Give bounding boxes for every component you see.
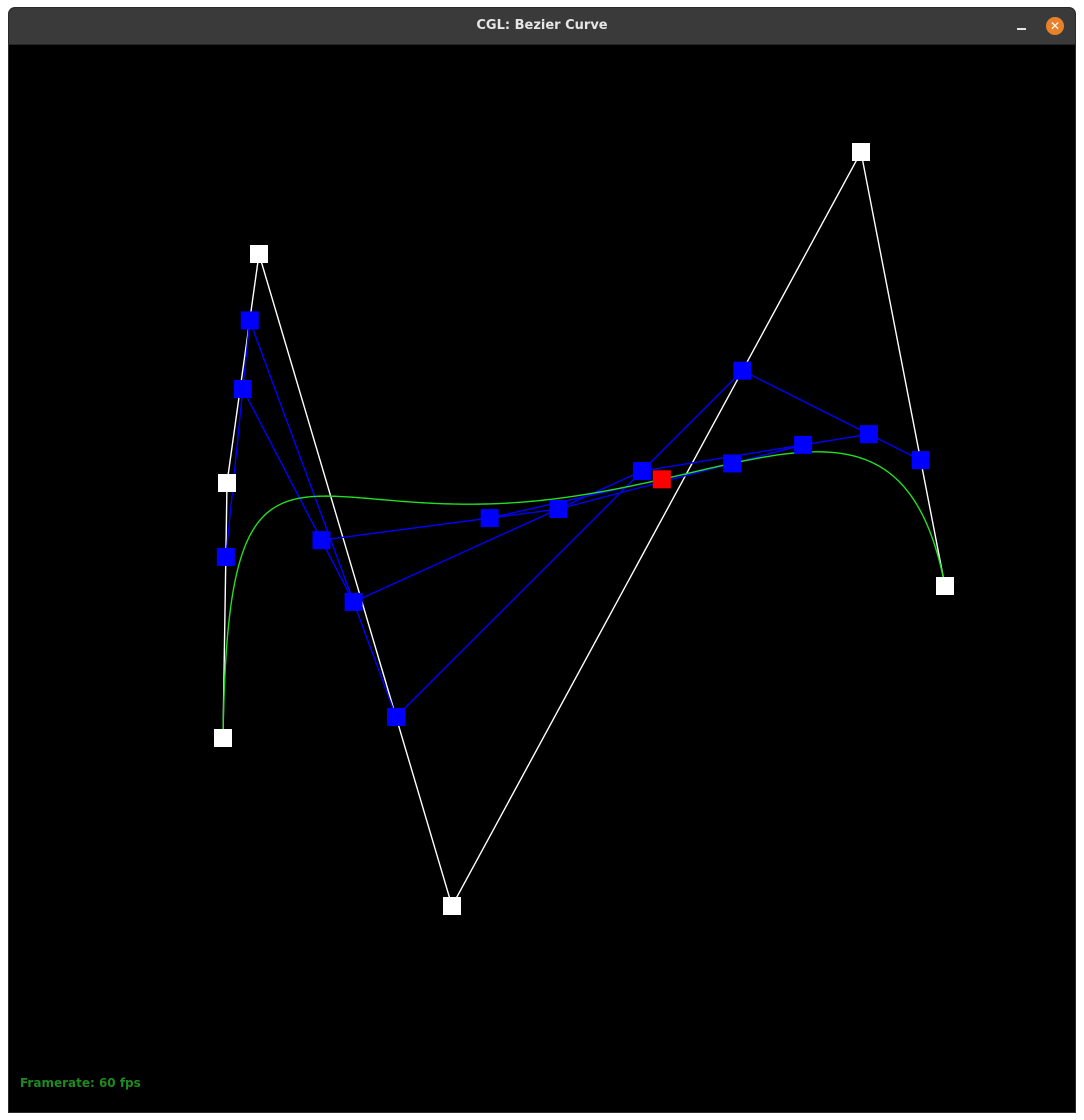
intermediate-point-l1-1 [240, 311, 259, 330]
intermediate-polygon-level-2 [242, 388, 870, 603]
intermediate-point-l4-1 [723, 454, 742, 473]
intermediate-point-l3-1 [549, 500, 568, 519]
intermediate-point-l1-2 [387, 707, 406, 726]
intermediate-point-l1-0 [216, 547, 235, 566]
intermediate-point-l2-0 [233, 380, 252, 399]
intermediate-polygon-level-1 [225, 320, 921, 719]
intermediate-point-l2-3 [859, 425, 878, 444]
control-point-4[interactable] [852, 143, 870, 161]
gl-viewport[interactable]: Framerate: 60 fps [9, 45, 1075, 1112]
control-point-5[interactable] [936, 577, 954, 595]
framerate-label: Framerate: 60 fps [20, 1076, 141, 1090]
intermediate-point-l1-4 [911, 451, 930, 470]
intermediate-point-l3-0 [312, 531, 331, 550]
control-point-1[interactable] [218, 474, 236, 492]
bezier-curve [222, 451, 946, 739]
evaluated-point [652, 470, 671, 489]
intermediate-point-l2-1 [344, 592, 363, 611]
intermediate-point-l2-2 [632, 462, 651, 481]
app-window: CGL: Bezier Curve ✕ Framerate: 60 fps [9, 8, 1075, 1112]
intermediate-point-l4-0 [480, 509, 499, 528]
intermediate-point-l3-2 [794, 435, 813, 454]
control-point-0[interactable] [214, 729, 232, 747]
bezier-canvas[interactable] [9, 8, 1075, 1112]
control-point-2[interactable] [250, 245, 268, 263]
control-point-3[interactable] [443, 897, 461, 915]
intermediate-point-l1-3 [733, 361, 752, 380]
